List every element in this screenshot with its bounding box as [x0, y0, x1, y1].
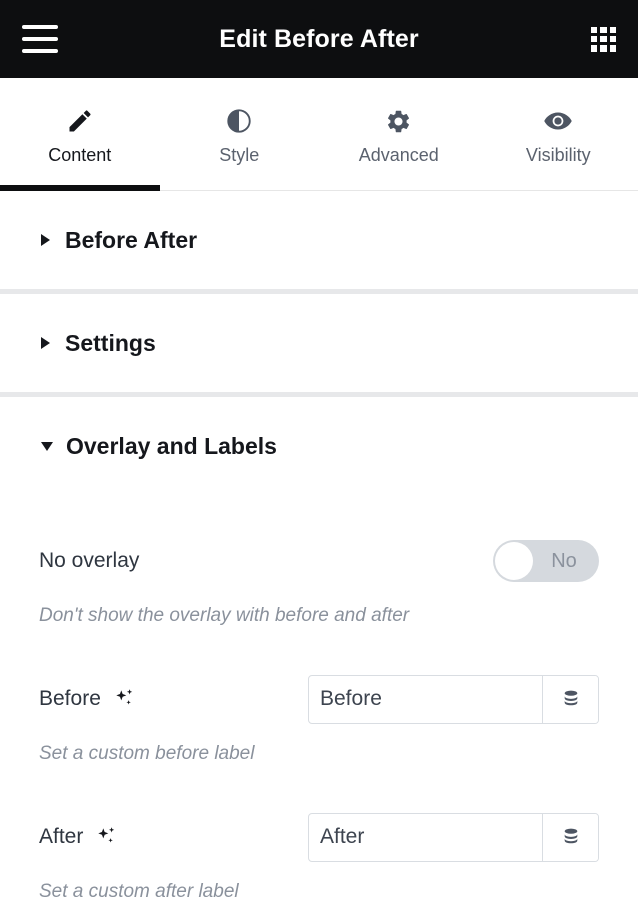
- tab-style[interactable]: Style: [160, 78, 320, 190]
- before-dynamic-tags-button[interactable]: [542, 675, 598, 723]
- sparkle-ai-icon[interactable]: [94, 825, 118, 849]
- before-input-group: [308, 674, 599, 724]
- page-title: Edit Before After: [219, 24, 419, 53]
- no-overlay-description: Don't show the overlay with before and a…: [39, 605, 410, 626]
- section-before-after-title: Before After: [65, 226, 198, 253]
- after-dynamic-tags-button[interactable]: [542, 813, 598, 861]
- grid-cell: [591, 35, 598, 43]
- section-overlay-and-labels-title: Overlay and Labels: [66, 432, 277, 459]
- toggle-knob: [495, 542, 533, 580]
- before-input[interactable]: [309, 675, 542, 723]
- grid-cell: [600, 26, 607, 33]
- tab-visibility-label: Visibility: [525, 145, 591, 165]
- hamburger-bar-1: [22, 25, 58, 29]
- contrast-circle-icon: [225, 106, 253, 136]
- no-overlay-label: No overlay: [39, 549, 140, 572]
- toggle-value: No: [551, 549, 577, 572]
- grid-cell: [609, 35, 616, 43]
- chevron-down-icon: [41, 441, 53, 451]
- pencil-icon: [66, 106, 94, 136]
- tab-content[interactable]: Content: [0, 78, 160, 191]
- hamburger-menu-icon[interactable]: [22, 25, 58, 53]
- gear-icon: [385, 106, 412, 136]
- row-after-label: After: [0, 811, 638, 863]
- top-app-bar: Edit Before After: [0, 0, 638, 78]
- section-settings[interactable]: Settings: [0, 294, 638, 392]
- chevron-right-icon: [41, 337, 50, 349]
- grid-cell: [591, 45, 598, 52]
- tab-visibility[interactable]: Visibility: [479, 78, 638, 190]
- grid-apps-icon[interactable]: [591, 26, 616, 52]
- after-input-group: [308, 812, 599, 862]
- grid-cell: [591, 26, 598, 33]
- grid-cell: [609, 45, 616, 52]
- after-description: Set a custom after label: [39, 881, 239, 902]
- chevron-right-icon: [41, 234, 50, 246]
- section-settings-title: Settings: [65, 329, 156, 356]
- grid-cell: [609, 26, 616, 33]
- settings-panel: Before After Settings Overlay and Labels…: [0, 191, 638, 903]
- after-label-text: After: [39, 825, 84, 848]
- row-no-overlay: No overlay No: [0, 535, 638, 587]
- after-input[interactable]: [309, 813, 542, 861]
- tab-content-label: Content: [48, 145, 112, 165]
- eye-icon: [543, 106, 573, 136]
- sparkle-ai-icon[interactable]: [112, 687, 136, 711]
- before-label: Before: [39, 687, 136, 711]
- before-label-text: Before: [39, 687, 101, 710]
- grid-cell: [600, 35, 607, 43]
- before-description: Set a custom before label: [39, 743, 255, 764]
- tab-style-label: Style: [219, 145, 260, 165]
- section-overlay-and-labels[interactable]: Overlay and Labels: [0, 397, 638, 495]
- row-before-label: Before: [0, 673, 638, 725]
- hamburger-bar-3: [22, 49, 58, 53]
- after-label: After: [39, 825, 118, 849]
- tab-advanced-label: Advanced: [358, 145, 439, 165]
- no-overlay-toggle[interactable]: No: [493, 540, 599, 582]
- tab-bar: Content Style Advanced Visibility: [0, 78, 638, 191]
- hamburger-bar-2: [22, 37, 58, 41]
- section-before-after[interactable]: Before After: [0, 191, 638, 289]
- tab-advanced[interactable]: Advanced: [319, 78, 479, 190]
- grid-cell: [600, 45, 607, 52]
